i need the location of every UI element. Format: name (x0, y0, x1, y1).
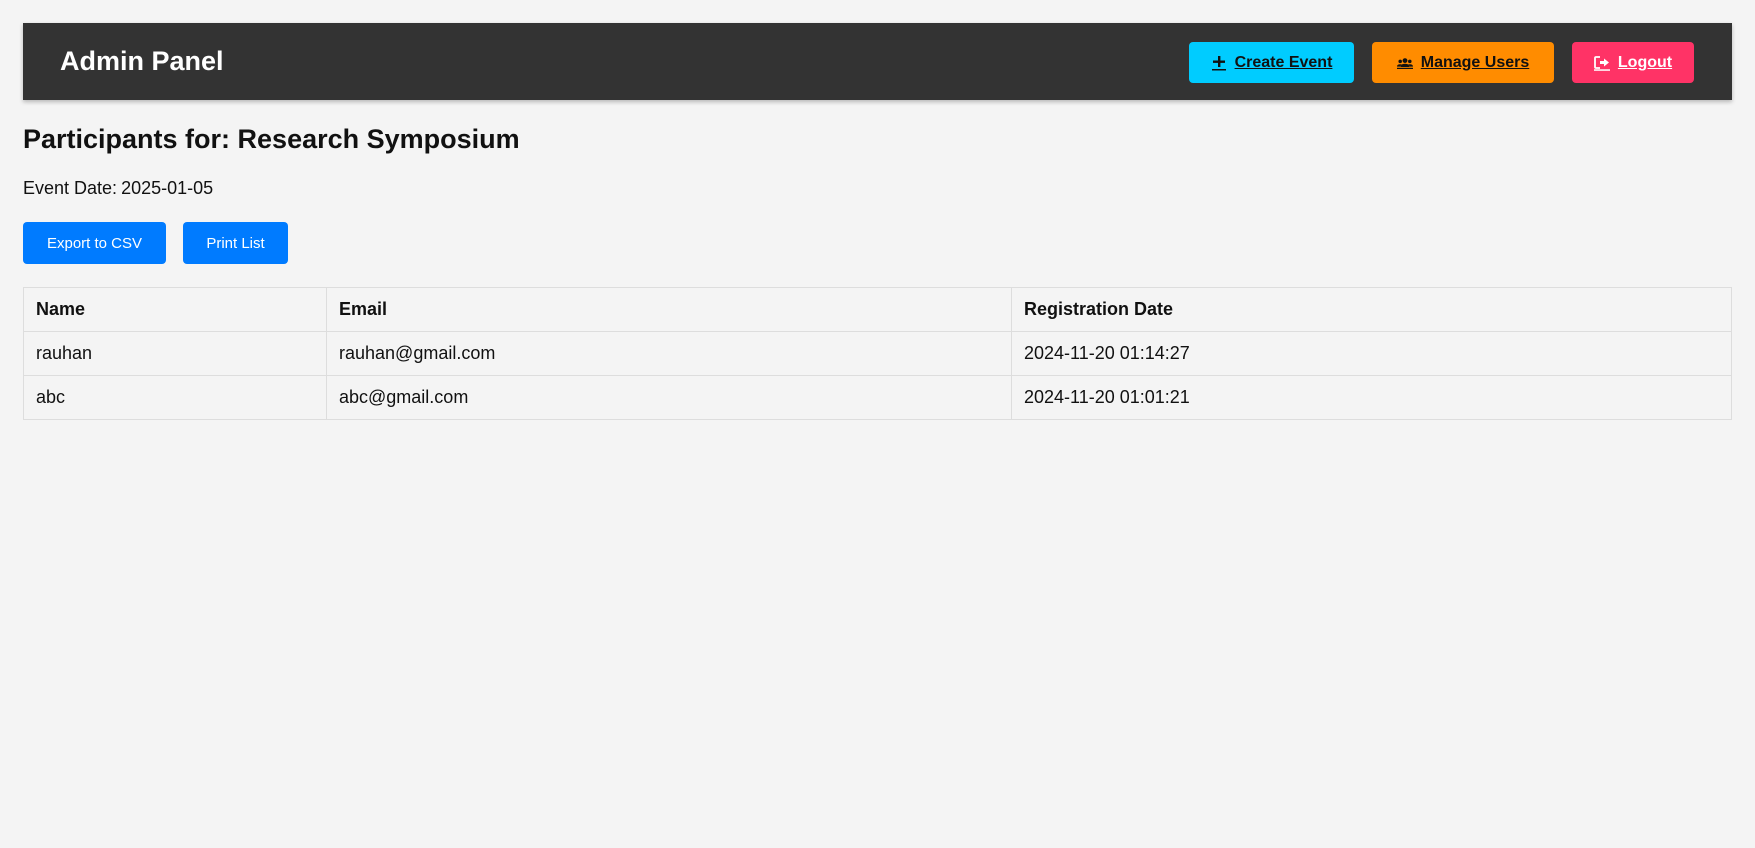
column-header-registration-date: Registration Date (1011, 287, 1732, 332)
participant-registration-date: 2024-11-20 01:14:27 (1011, 331, 1732, 376)
event-date-value: 2025-01-05 (121, 178, 214, 198)
export-csv-button[interactable]: Export to CSV (23, 222, 166, 264)
print-list-button[interactable]: Print List (183, 222, 288, 264)
sign-out-icon (1593, 55, 1610, 71)
participants-table: Name Email Registration Date rauhan rauh… (23, 287, 1732, 420)
manage-users-label: Manage Users (1420, 53, 1530, 71)
participant-name: abc (23, 375, 327, 420)
page-title: Participants for: Research Symposium (23, 124, 520, 154)
logout-label: Logout (1617, 53, 1673, 71)
participant-registration-date: 2024-11-20 01:01:21 (1011, 375, 1732, 420)
app-title: Admin Panel (60, 46, 224, 76)
manage-users-button[interactable]: Manage Users (1372, 42, 1554, 83)
participant-email: abc@gmail.com (326, 375, 1012, 420)
create-event-button[interactable]: Create Event (1189, 42, 1354, 83)
table-row: abc abc@gmail.com 2024-11-20 01:01:21 (23, 375, 1732, 420)
create-event-label: Create Event (1234, 53, 1333, 71)
admin-header: Admin Panel Create Event Manage Users Lo… (23, 23, 1732, 100)
column-header-name: Name (23, 287, 327, 332)
table-row: rauhan rauhan@gmail.com 2024-11-20 01:14… (23, 331, 1732, 376)
column-header-email: Email (326, 287, 1012, 332)
logout-button[interactable]: Logout (1572, 42, 1694, 83)
plus-icon (1211, 55, 1227, 71)
table-header-row: Name Email Registration Date (23, 287, 1732, 332)
participant-email: rauhan@gmail.com (326, 331, 1012, 376)
users-icon (1396, 55, 1413, 71)
event-date: Event Date: 2025-01-05 (23, 177, 213, 199)
participant-name: rauhan (23, 331, 327, 376)
event-date-label: Event Date: (23, 178, 118, 198)
